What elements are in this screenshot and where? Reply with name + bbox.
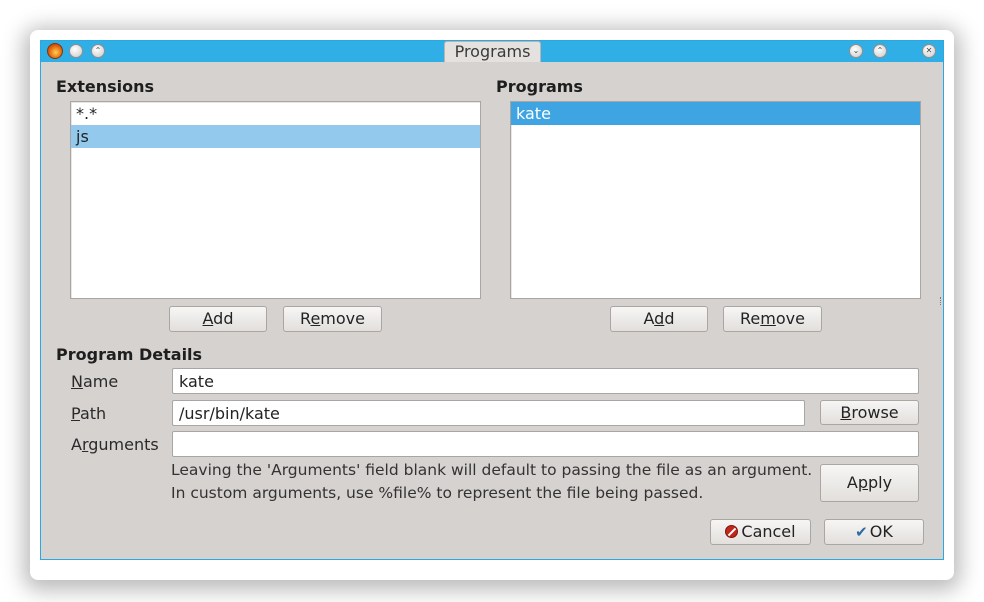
button-text: A [643, 309, 655, 328]
maximize-button[interactable]: ⌃ [873, 44, 887, 58]
extensions-list[interactable]: *.* js [70, 101, 481, 299]
minimize-button[interactable] [69, 44, 83, 58]
app-menu-icon[interactable] [47, 43, 63, 59]
close-button[interactable]: ✕ [922, 44, 936, 58]
path-label: Path [71, 404, 106, 423]
button-text: rowse [851, 403, 899, 422]
accel-char: p [857, 473, 869, 492]
accel-char: m [760, 309, 776, 328]
button-text: dd [213, 309, 234, 328]
accel-char: N [71, 372, 83, 391]
programs-add-button[interactable]: Add [610, 306, 708, 332]
cancel-icon [725, 525, 739, 538]
name-field[interactable] [172, 368, 919, 394]
arguments-field[interactable] [172, 431, 919, 457]
label-text: A [71, 435, 82, 454]
programs-label: Programs [496, 77, 583, 96]
resize-grip[interactable] [940, 297, 943, 305]
keep-above-button[interactable]: ⌃ [91, 44, 105, 58]
arguments-help-line1: Leaving the 'Arguments' field blank will… [171, 461, 813, 479]
accel-char: A [202, 309, 214, 328]
shade-down-button[interactable]: ⌄ [849, 44, 863, 58]
arguments-help-line2: In custom arguments, use %file% to repre… [171, 484, 704, 502]
programs-list[interactable]: kate [510, 101, 921, 299]
accel-char: d [654, 309, 665, 328]
window-title: Programs [444, 41, 541, 62]
extensions-add-button[interactable]: Add [169, 306, 267, 332]
program-item-kate[interactable]: kate [511, 102, 920, 125]
accel-char: B [840, 403, 852, 422]
button-text: ove [775, 309, 805, 328]
browse-button[interactable]: Browse [820, 400, 919, 425]
accel-char: P [71, 404, 80, 423]
programs-remove-button[interactable]: Remove [723, 306, 822, 332]
titlebar[interactable]: ⌃ Programs ⌄ ⌃ ✕ [41, 41, 943, 62]
button-text: A [846, 473, 858, 492]
name-label: Name [71, 372, 118, 391]
extension-item-js[interactable]: js [71, 125, 480, 148]
extensions-label: Extensions [56, 77, 155, 96]
program-details-label: Program Details [56, 345, 203, 364]
path-field[interactable] [172, 400, 805, 426]
extensions-remove-button[interactable]: Remove [283, 306, 382, 332]
programs-dialog: ⌃ Programs ⌄ ⌃ ✕ Extensions *.* js Add R… [40, 40, 944, 560]
arguments-label: Arguments [71, 435, 159, 454]
button-text: Re [740, 309, 761, 328]
button-text: d [664, 309, 675, 328]
button-text: Cancel [741, 522, 796, 541]
label-text: guments [88, 435, 159, 454]
label-text: ath [79, 404, 107, 423]
cancel-button[interactable]: Cancel [710, 519, 811, 545]
accel-char: e [310, 309, 321, 328]
extension-item-all[interactable]: *.* [71, 102, 480, 125]
checkmark-icon: ✔ [855, 523, 868, 541]
apply-button[interactable]: Apply [820, 464, 919, 502]
button-text: move [320, 309, 365, 328]
button-text: ply [868, 473, 893, 492]
ok-button[interactable]: ✔ OK [824, 519, 924, 545]
label-text: ame [82, 372, 119, 391]
button-text: R [300, 309, 311, 328]
button-text: OK [869, 522, 893, 541]
